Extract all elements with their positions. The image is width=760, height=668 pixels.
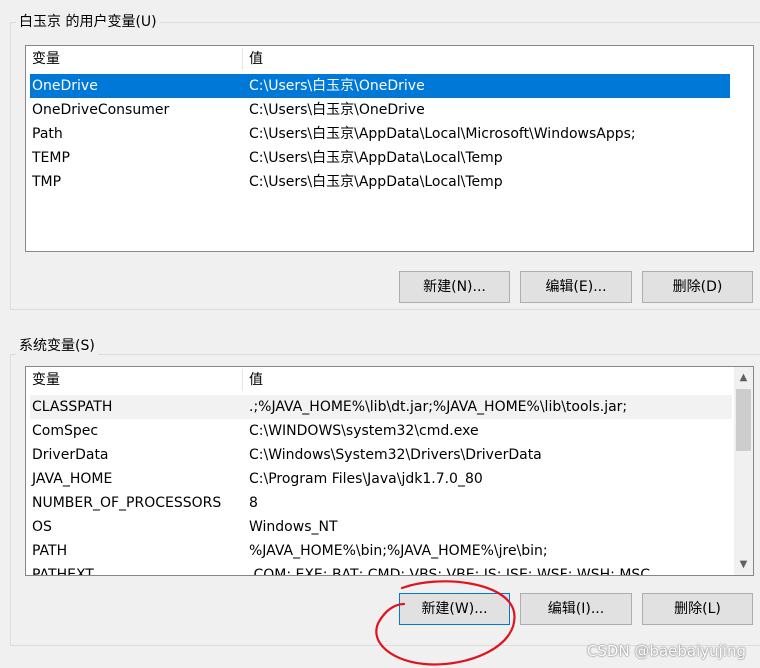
user-new-button[interactable]: 新建(N)... [399,271,510,303]
table-row[interactable]: OneDriveConsumer C:\Users\白玉京\OneDrive [30,98,730,122]
row-value: Windows_NT [249,519,338,535]
table-row[interactable]: DriverData C:\Windows\System32\Drivers\D… [30,443,732,467]
system-edit-button[interactable]: 编辑(I)... [520,593,632,625]
row-value: .COM;.EXE;.BAT;.CMD;.VBS;.VBE;.JS;.JSE;.… [249,567,651,576]
table-row[interactable]: TMP C:\Users\白玉京\AppData\Local\Temp [30,170,730,194]
system-variables-list[interactable]: 变量 值 CLASSPATH .;%JAVA_HOME%\lib\dt.jar;… [25,366,754,576]
row-value: 8 [249,495,258,511]
row-value: C:\Program Files\Java\jdk1.7.0_80 [249,471,483,487]
table-row[interactable]: Path C:\Users\白玉京\AppData\Local\Microsof… [30,122,730,146]
vertical-scrollbar[interactable]: ▲ ▼ [734,367,753,575]
row-value: C:\Users\白玉京\OneDrive [249,78,425,94]
system-list-header: 变量 值 [26,367,734,393]
column-header-value[interactable]: 值 [249,46,263,72]
column-header-name[interactable]: 变量 [32,367,60,393]
row-value: %JAVA_HOME%\bin;%JAVA_HOME%\jre\bin; [249,543,548,559]
row-name: DriverData [32,447,109,463]
system-new-button[interactable]: 新建(W)... [399,593,510,625]
row-value: C:\Users\白玉京\AppData\Local\Temp [249,174,503,190]
table-row[interactable]: TEMP C:\Users\白玉京\AppData\Local\Temp [30,146,730,170]
row-name: PATH [32,543,68,559]
chevron-down-icon[interactable]: ▼ [734,555,753,574]
row-value: .;%JAVA_HOME%\lib\dt.jar;%JAVA_HOME%\lib… [249,399,628,415]
user-delete-button[interactable]: 删除(D) [642,271,753,303]
scrollbar-thumb[interactable] [736,389,751,451]
row-name: NUMBER_OF_PROCESSORS [32,495,222,511]
watermark: CSDN @baebaiyujing [586,642,746,660]
row-name: ComSpec [32,423,99,439]
system-variables-title: 系统变量(S) [16,337,98,355]
table-row[interactable]: OS Windows_NT [30,515,732,539]
column-divider[interactable] [242,369,243,391]
chevron-up-icon[interactable]: ▲ [734,368,753,387]
column-header-name[interactable]: 变量 [32,46,60,72]
system-delete-button[interactable]: 删除(L) [642,593,753,625]
row-value: C:\Users\白玉京\AppData\Local\Microsoft\Win… [249,126,636,142]
table-row[interactable]: NUMBER_OF_PROCESSORS 8 [30,491,732,515]
table-row[interactable]: ComSpec C:\WINDOWS\system32\cmd.exe [30,419,732,443]
table-row[interactable]: OneDrive C:\Users\白玉京\OneDrive [30,74,730,98]
row-name: TEMP [32,150,70,166]
row-value: C:\Users\白玉京\OneDrive [249,102,425,118]
row-name: OneDrive [32,78,98,94]
user-edit-button[interactable]: 编辑(E)... [520,271,632,303]
row-value: C:\WINDOWS\system32\cmd.exe [249,423,479,439]
row-value: C:\Windows\System32\Drivers\DriverData [249,447,542,463]
user-variables-list[interactable]: 变量 值 OneDrive C:\Users\白玉京\OneDrive OneD… [25,45,754,252]
row-name: JAVA_HOME [32,471,113,487]
user-variables-title: 白玉京 的用户变量(U) [16,13,160,31]
row-name: OS [32,519,52,535]
row-name: OneDriveConsumer [32,102,170,118]
row-name: Path [32,126,63,142]
row-value: C:\Users\白玉京\AppData\Local\Temp [249,150,503,166]
row-name: PATHEXT [32,567,94,576]
user-list-header: 变量 值 [26,46,753,72]
column-header-value[interactable]: 值 [249,367,263,393]
column-divider[interactable] [242,48,243,70]
table-row[interactable]: PATHEXT .COM;.EXE;.BAT;.CMD;.VBS;.VBE;.J… [30,563,732,576]
table-row[interactable]: CLASSPATH .;%JAVA_HOME%\lib\dt.jar;%JAVA… [30,395,732,419]
row-name: CLASSPATH [32,399,113,415]
table-row[interactable]: PATH %JAVA_HOME%\bin;%JAVA_HOME%\jre\bin… [30,539,732,563]
table-row[interactable]: JAVA_HOME C:\Program Files\Java\jdk1.7.0… [30,467,732,491]
row-name: TMP [32,174,62,190]
